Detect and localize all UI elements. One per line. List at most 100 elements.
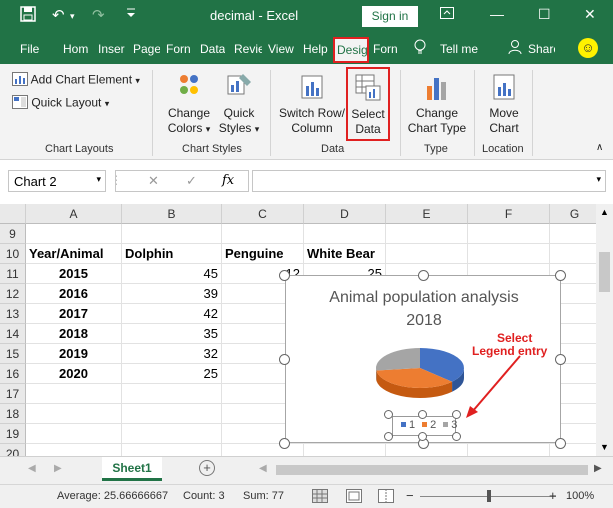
table-cell[interactable] <box>26 384 122 404</box>
table-cell[interactable] <box>550 224 596 244</box>
scroll-thumb[interactable] <box>599 252 610 292</box>
row-header[interactable]: 20 <box>0 444 26 456</box>
next-sheet-icon[interactable]: ▶ <box>54 463 62 474</box>
legend-entry[interactable]: 1 <box>409 419 415 431</box>
enter-icon[interactable]: ✓ <box>186 173 197 189</box>
table-cell[interactable] <box>468 244 550 264</box>
chart-resize-handle[interactable] <box>279 354 290 365</box>
tab-format[interactable]: Forn <box>373 42 400 56</box>
table-cell[interactable]: 2015 <box>26 264 122 284</box>
table-cell[interactable] <box>304 444 386 456</box>
name-box[interactable]: Chart 2 ▾ <box>8 170 106 192</box>
table-cell[interactable] <box>26 224 122 244</box>
legend-entry[interactable]: 3 <box>451 419 457 431</box>
legend-handle[interactable] <box>418 410 427 419</box>
table-cell[interactable] <box>304 224 386 244</box>
column-header-c[interactable]: C <box>222 204 304 224</box>
hscroll-right-icon[interactable]: ▶ <box>594 463 602 474</box>
table-cell[interactable]: 2018 <box>26 324 122 344</box>
table-cell[interactable] <box>122 444 222 456</box>
table-cell[interactable]: Dolphin <box>122 244 222 264</box>
tab-file[interactable]: File <box>20 42 39 56</box>
select-all-corner[interactable] <box>0 204 26 224</box>
tell-me-search[interactable]: Tell me <box>440 42 478 56</box>
column-header-g[interactable]: G <box>550 204 596 224</box>
zoom-level[interactable]: 100% <box>566 490 594 502</box>
table-cell[interactable] <box>468 224 550 244</box>
page-break-view-icon[interactable] <box>378 489 394 506</box>
chart-resize-handle[interactable] <box>555 438 566 449</box>
undo-dropdown-icon[interactable]: ▾ <box>70 6 75 26</box>
tab-page-layout[interactable]: Page <box>133 42 160 56</box>
select-data-button[interactable]: Select Data <box>346 67 390 141</box>
change-colors-button[interactable]: Change Colors ▾ <box>162 72 216 137</box>
row-header[interactable]: 15 <box>0 344 26 364</box>
chart-title[interactable]: Animal population analysis 2018 <box>286 286 562 332</box>
switch-row-column-button[interactable]: Switch Row/ Column <box>276 72 348 136</box>
table-cell[interactable]: 35 <box>122 324 222 344</box>
chart-resize-handle[interactable] <box>555 354 566 365</box>
zoom-in-icon[interactable]: + <box>549 488 557 503</box>
chart-resize-handle[interactable] <box>279 438 290 449</box>
tab-formulas[interactable]: Forn <box>166 42 193 56</box>
share-button[interactable]: Share <box>528 42 555 56</box>
row-header[interactable]: 19 <box>0 424 26 444</box>
prev-sheet-icon[interactable]: ◀ <box>28 463 36 474</box>
row-header[interactable]: 18 <box>0 404 26 424</box>
legend-handle[interactable] <box>384 432 393 441</box>
legend-handle[interactable] <box>452 432 461 441</box>
legend-entry[interactable]: 2 <box>430 419 436 431</box>
column-header-d[interactable]: D <box>304 204 386 224</box>
table-cell[interactable] <box>386 244 468 264</box>
table-cell[interactable]: 2017 <box>26 304 122 324</box>
customize-qat-icon[interactable] <box>126 6 136 26</box>
share-person-icon[interactable] <box>508 39 522 58</box>
quick-layout-button[interactable]: Quick Layout ▾ <box>12 95 109 112</box>
row-header[interactable]: 13 <box>0 304 26 324</box>
table-cell[interactable] <box>122 224 222 244</box>
table-cell[interactable] <box>26 404 122 424</box>
ribbon-display-icon[interactable] <box>440 6 454 22</box>
page-layout-view-icon[interactable] <box>346 489 362 506</box>
row-header[interactable]: 16 <box>0 364 26 384</box>
table-cell[interactable] <box>550 244 596 264</box>
table-cell[interactable] <box>222 444 304 456</box>
column-header-f[interactable]: F <box>468 204 550 224</box>
row-header[interactable]: 11 <box>0 264 26 284</box>
legend-handle[interactable] <box>452 410 461 419</box>
scroll-down-icon[interactable]: ▼ <box>600 442 609 452</box>
table-cell[interactable] <box>122 384 222 404</box>
row-header[interactable]: 14 <box>0 324 26 344</box>
table-cell[interactable]: 2020 <box>26 364 122 384</box>
row-header[interactable]: 10 <box>0 244 26 264</box>
normal-view-icon[interactable] <box>312 489 328 506</box>
tab-home[interactable]: Hom <box>63 42 91 56</box>
row-header[interactable]: 9 <box>0 224 26 244</box>
save-icon[interactable] <box>20 6 36 28</box>
table-cell[interactable] <box>122 404 222 424</box>
sign-in-button[interactable]: Sign in <box>362 6 418 27</box>
chart-resize-handle[interactable] <box>418 270 429 281</box>
legend-handle[interactable] <box>384 410 393 419</box>
add-chart-element-button[interactable]: Add Chart Element ▾ <box>12 72 140 89</box>
pie-slice[interactable] <box>376 348 420 371</box>
tab-data[interactable]: Data <box>200 42 225 56</box>
tab-insert[interactable]: Inser <box>98 42 126 56</box>
sheet-tab-sheet1[interactable]: Sheet1 <box>102 457 162 481</box>
redo-icon[interactable]: ↷ <box>92 6 105 26</box>
insert-function-icon[interactable]: fx <box>222 173 234 188</box>
zoom-out-icon[interactable]: − <box>406 488 414 503</box>
table-cell[interactable]: 45 <box>122 264 222 284</box>
column-header-e[interactable]: E <box>386 204 468 224</box>
formula-input[interactable]: ▾ <box>252 170 606 192</box>
table-cell[interactable] <box>222 224 304 244</box>
add-sheet-icon[interactable]: + <box>199 460 215 476</box>
table-cell[interactable]: 2016 <box>26 284 122 304</box>
scroll-up-icon[interactable]: ▲ <box>600 207 609 217</box>
column-header-a[interactable]: A <box>26 204 122 224</box>
smiley-icon[interactable]: ☺ <box>578 38 598 58</box>
zoom-slider-thumb[interactable] <box>487 490 491 502</box>
tab-review[interactable]: Revie <box>234 42 262 56</box>
tab-design[interactable]: Desig <box>333 37 369 63</box>
row-header[interactable]: 12 <box>0 284 26 304</box>
